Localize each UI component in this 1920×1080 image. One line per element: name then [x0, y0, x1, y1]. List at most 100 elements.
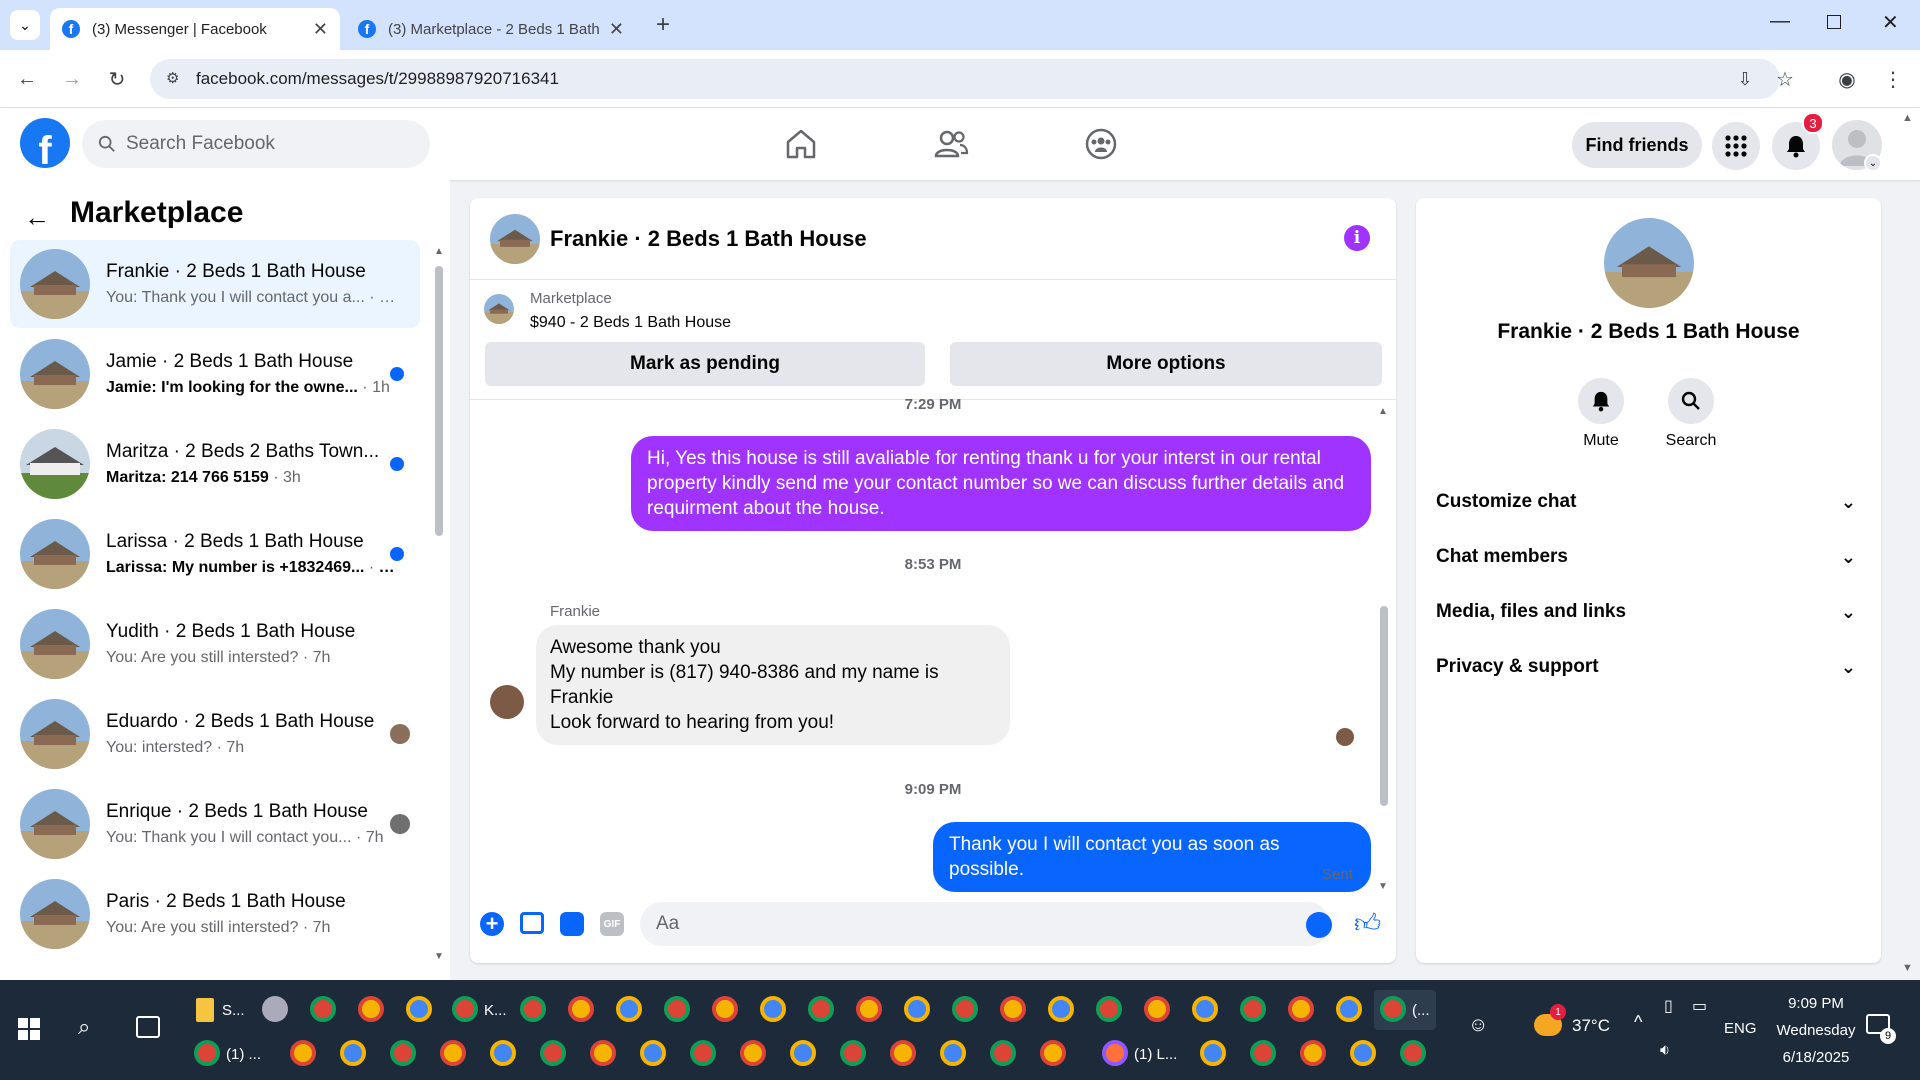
site-info-icon[interactable]: ⚙: [166, 69, 179, 87]
home-nav-button[interactable]: [781, 126, 821, 162]
account-chevron-icon[interactable]: ⌄: [1864, 154, 1882, 172]
mute-button[interactable]: [1578, 378, 1624, 424]
conversation-item[interactable]: Maritza · 2 Beds 2 Baths Town... Maritza…: [10, 420, 420, 508]
file-explorer-app[interactable]: S...: [192, 994, 262, 1030]
emoji-icon[interactable]: [1306, 912, 1332, 938]
chat-avatar[interactable]: [490, 214, 540, 264]
chrome-taskbar-icon[interactable]: [520, 996, 546, 1022]
menu-button[interactable]: [1712, 122, 1760, 170]
chrome-taskbar-icon[interactable]: [1192, 996, 1218, 1022]
chrome-taskbar-icon[interactable]: [1040, 1040, 1066, 1066]
media-files-section[interactable]: Media, files and links ⌄: [1436, 590, 1856, 634]
chrome-taskbar-icon[interactable]: [390, 1040, 416, 1066]
chrome-taskbar-icon[interactable]: [490, 1040, 516, 1066]
chrome-taskbar-icon[interactable]: [1288, 996, 1314, 1022]
friends-nav-button[interactable]: [931, 126, 971, 162]
chrome-taskbar-icon[interactable]: [1144, 996, 1170, 1022]
close-tab-icon[interactable]: ✕: [609, 19, 624, 40]
chrome-taskbar-icon[interactable]: [440, 1040, 466, 1066]
chrome-taskbar-icon[interactable]: [1350, 1040, 1376, 1066]
task-view-icon[interactable]: [136, 1016, 160, 1038]
chrome-taskbar-icon[interactable]: [890, 1040, 916, 1066]
sender-avatar[interactable]: [490, 685, 524, 719]
chrome-taskbar-icon[interactable]: [1048, 996, 1074, 1022]
tab-marketplace[interactable]: f (3) Marketplace - 2 Beds 1 Bath House …: [346, 8, 636, 50]
conversation-item[interactable]: Yudith · 2 Beds 1 Bath House You: Are yo…: [10, 600, 420, 688]
tab-list-button[interactable]: ⌄: [10, 10, 40, 40]
search-taskbar-icon[interactable]: ⌕: [78, 1014, 90, 1040]
outgoing-message[interactable]: Thank you I will contact you as soon as …: [933, 822, 1371, 892]
sidebar-scrollbar[interactable]: ▲ ▼: [434, 246, 444, 966]
forward-button[interactable]: →: [57, 64, 87, 94]
outgoing-message[interactable]: Hi, Yes this house is still avaliable fo…: [631, 436, 1371, 531]
chrome-taskbar-icon[interactable]: [310, 996, 336, 1022]
listing-description[interactable]: $940 - 2 Beds 1 Bath House: [530, 314, 731, 332]
attach-photo-icon[interactable]: [520, 912, 544, 934]
chrome-taskbar-icon[interactable]: [290, 1040, 316, 1066]
message-input[interactable]: Aa: [640, 902, 1330, 946]
chrome-taskbar-icon[interactable]: [640, 1040, 666, 1066]
privacy-support-section[interactable]: Privacy & support ⌄: [1436, 645, 1856, 689]
minimize-button[interactable]: —: [1770, 10, 1790, 33]
close-window-button[interactable]: ✕: [1882, 10, 1899, 35]
chrome-app-k[interactable]: K...: [450, 994, 507, 1030]
incoming-message[interactable]: Awesome thank you My number is (817) 940…: [536, 625, 1010, 745]
chrome-taskbar-icon[interactable]: [1400, 1040, 1426, 1066]
page-scrollbar[interactable]: ▲ ▼: [1900, 112, 1916, 978]
chrome-taskbar-icon[interactable]: [664, 996, 690, 1022]
browser-menu-icon[interactable]: ⋮: [1878, 64, 1908, 94]
customize-chat-section[interactable]: Customize chat ⌄: [1436, 480, 1856, 524]
chat-members-section[interactable]: Chat members ⌄: [1436, 535, 1856, 579]
find-friends-button[interactable]: Find friends: [1572, 122, 1702, 168]
mark-as-pending-button[interactable]: Mark as pending: [485, 342, 925, 386]
chrome-taskbar-icon[interactable]: [568, 996, 594, 1022]
chrome-taskbar-icon[interactable]: [856, 996, 882, 1022]
back-arrow-button[interactable]: ←: [24, 202, 50, 233]
reload-button[interactable]: ↻: [102, 64, 132, 94]
chrome-taskbar-icon[interactable]: [1336, 996, 1362, 1022]
listing-thumbnail[interactable]: [484, 294, 514, 324]
chat-details-avatar[interactable]: [1604, 218, 1694, 308]
chrome-taskbar-icon[interactable]: [406, 996, 432, 1022]
chat-scrollbar[interactable]: ▲ ▼: [1378, 406, 1390, 896]
profile-icon[interactable]: ◉: [1832, 64, 1862, 94]
chrome-taskbar-icon[interactable]: [760, 996, 786, 1022]
volume-icon[interactable]: 🔉︎: [1660, 1042, 1670, 1060]
chrome-taskbar-icon[interactable]: [808, 996, 834, 1022]
conversation-item[interactable]: Paris · 2 Beds 1 Bath House You: Are you…: [10, 870, 420, 958]
facebook-search-input[interactable]: Search Facebook: [82, 120, 430, 168]
chrome-taskbar-icon[interactable]: [840, 1040, 866, 1066]
chrome-taskbar-icon[interactable]: [358, 996, 384, 1022]
thumbs-up-icon[interactable]: 👍︎: [1354, 908, 1381, 939]
clock[interactable]: 9:09 PM Wednesday 6/18/2025: [1766, 990, 1866, 1076]
conversation-item[interactable]: Larissa · 2 Beds 1 Bath House Larissa: M…: [10, 510, 420, 598]
gif-icon[interactable]: GIF: [600, 912, 624, 936]
chrome-taskbar-icon[interactable]: [590, 1040, 616, 1066]
facebook-logo[interactable]: f: [20, 118, 70, 168]
sticker-icon[interactable]: [560, 912, 584, 936]
conversation-item[interactable]: Jamie · 2 Beds 1 Bath House Jamie: I'm l…: [10, 330, 420, 418]
groups-nav-button[interactable]: [1081, 126, 1121, 162]
chrome-app-row2-first[interactable]: (1) ...: [192, 1038, 264, 1074]
tray-device-icon[interactable]: ▯: [1664, 996, 1673, 1016]
chrome-taskbar-icon[interactable]: [990, 1040, 1016, 1066]
conversation-item[interactable]: Enrique · 2 Beds 1 Bath House You: Thank…: [10, 780, 420, 868]
tab-messenger[interactable]: f (3) Messenger | Facebook ✕: [50, 8, 340, 50]
info-icon[interactable]: i: [1344, 225, 1370, 251]
chrome-taskbar-icon[interactable]: [340, 1040, 366, 1066]
chrome-taskbar-icon[interactable]: [790, 1040, 816, 1066]
back-button[interactable]: ←: [12, 64, 42, 94]
chrome-taskbar-icon[interactable]: [616, 996, 642, 1022]
chrome-taskbar-icon[interactable]: [904, 996, 930, 1022]
address-bar[interactable]: ⚙ facebook.com/messages/t/29988987920716…: [150, 59, 1780, 99]
taskbar-app-icon[interactable]: [262, 996, 288, 1022]
new-tab-button[interactable]: +: [650, 11, 676, 38]
conversation-item[interactable]: Frankie · 2 Beds 1 Bath House You: Thank…: [10, 240, 420, 328]
more-actions-button[interactable]: +: [480, 911, 504, 936]
firefox-app[interactable]: (1) L...: [1100, 1038, 1180, 1074]
chrome-taskbar-icon[interactable]: [1200, 1040, 1226, 1066]
people-icon[interactable]: ☺: [1468, 1014, 1488, 1037]
chrome-taskbar-icon[interactable]: [952, 996, 978, 1022]
chrome-taskbar-icon[interactable]: [540, 1040, 566, 1066]
chrome-taskbar-icon[interactable]: [1096, 996, 1122, 1022]
